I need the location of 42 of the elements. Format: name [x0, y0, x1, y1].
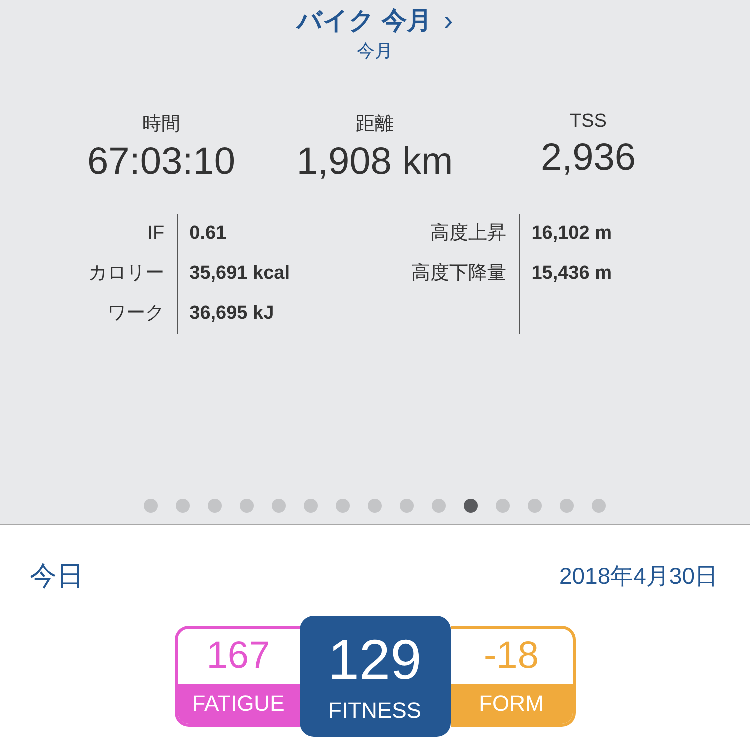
page-dot[interactable]	[368, 499, 382, 513]
page-dot[interactable]	[432, 499, 446, 513]
page-dot[interactable]	[336, 499, 350, 513]
page-dot[interactable]	[400, 499, 414, 513]
stat-label: TSS	[570, 111, 607, 133]
page-dot[interactable]	[272, 499, 286, 513]
date-label: 2018年4月30日	[559, 562, 718, 590]
detail-label: 高度下降量	[412, 262, 507, 286]
page-dot[interactable]	[464, 499, 478, 513]
detail-label: ワーク	[108, 302, 165, 326]
page-dot[interactable]	[496, 499, 510, 513]
card-label: FATIGUE	[178, 684, 300, 724]
card-label: FITNESS	[328, 698, 422, 724]
stat-value: 2,936	[540, 137, 636, 180]
period-subtitle: 今月	[357, 40, 393, 63]
page-dot[interactable]	[528, 499, 542, 513]
page-dot[interactable]	[592, 499, 606, 513]
card-value: -18	[484, 634, 539, 679]
chevron-icon[interactable]: ›	[444, 6, 454, 34]
stat-label: 時間	[142, 113, 180, 137]
detail-label: IF	[148, 222, 165, 246]
stat-value: 1,908 km	[296, 141, 454, 184]
page-dot[interactable]	[144, 499, 158, 513]
today-label: 今日	[30, 560, 84, 593]
stat-value: 67:03:10	[88, 141, 236, 184]
page-dot[interactable]	[240, 499, 254, 513]
detail-value: 15,436 m	[532, 262, 612, 286]
card-label: FORM	[450, 684, 572, 724]
detail-label: 高度上昇	[430, 222, 507, 246]
detail-value: 35,691 kcal	[190, 262, 290, 286]
detail-value: 0.61	[190, 222, 228, 246]
page-dot[interactable]	[176, 499, 190, 513]
page-dot[interactable]	[304, 499, 318, 513]
stat-label: 距離	[356, 113, 394, 137]
page-dot[interactable]	[208, 499, 222, 513]
screen-title[interactable]: バイク 今月	[296, 4, 432, 37]
detail-label: カロリー	[88, 262, 165, 286]
detail-value: 36,695 kJ	[190, 302, 276, 326]
detail-value: 16,102 m	[532, 222, 612, 246]
page-dot[interactable]	[560, 499, 574, 513]
card-value: 167	[206, 634, 270, 679]
card-value: 129	[328, 630, 422, 690]
